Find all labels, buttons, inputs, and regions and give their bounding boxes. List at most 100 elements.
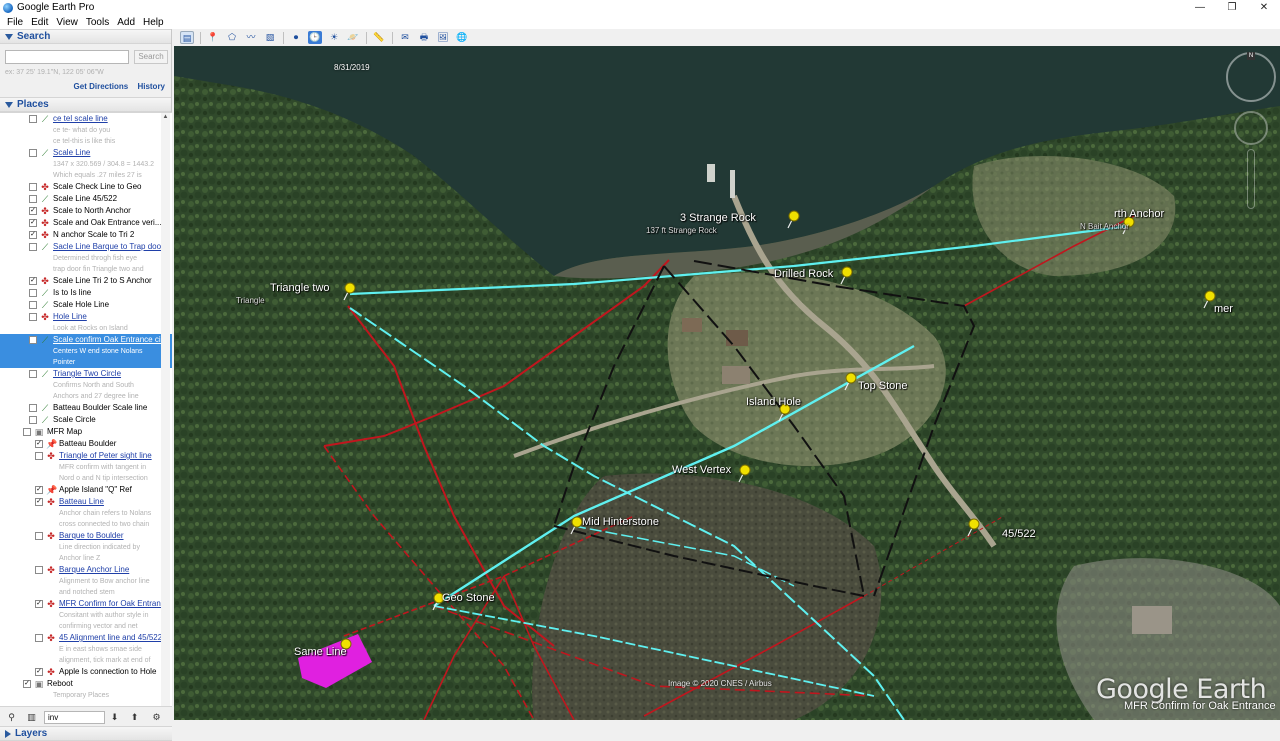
place-item[interactable]: ✓ ✤ Scale Line Tri 2 to S Anchor bbox=[0, 275, 172, 287]
historical-imagery-button[interactable]: 🕒 bbox=[308, 31, 322, 44]
place-item[interactable]: ✤ Triangle of Peter sight line bbox=[0, 450, 172, 462]
layers-header[interactable]: Layers bbox=[0, 726, 172, 741]
places-header[interactable]: Places bbox=[0, 97, 171, 112]
map-label-geo-stone[interactable]: Geo Stone bbox=[442, 592, 495, 604]
place-item[interactable]: ✓ ✤ Scale to North Anchor bbox=[0, 205, 172, 217]
map-label-top-stone[interactable]: Top Stone bbox=[858, 380, 908, 392]
get-directions-link[interactable]: Get Directions bbox=[74, 82, 129, 91]
place-checkbox[interactable]: ✓ bbox=[35, 668, 43, 676]
place-checkbox[interactable] bbox=[29, 149, 37, 157]
zoom-slider[interactable] bbox=[1247, 149, 1255, 209]
map-label-mid-hinterstone[interactable]: Mid Hinterstone bbox=[582, 516, 659, 528]
place-checkbox[interactable]: ✓ bbox=[35, 600, 43, 608]
north-indicator-icon[interactable]: N bbox=[1247, 52, 1255, 60]
place-item[interactable]: ▣ MFR Map bbox=[0, 426, 172, 438]
place-item[interactable]: ⟋ Batteau Boulder Scale line bbox=[0, 402, 172, 414]
place-checkbox[interactable]: ✓ bbox=[35, 486, 43, 494]
close-button[interactable]: ✕ bbox=[1248, 0, 1280, 15]
record-tour-button[interactable]: ⏺ bbox=[289, 31, 303, 44]
place-item[interactable]: ⟋ Scale Line 45/522 bbox=[0, 193, 172, 205]
place-item[interactable]: ✤ Scale Check Line to Geo bbox=[0, 181, 172, 193]
place-item[interactable]: ⟋ Triangle Two Circle bbox=[0, 368, 172, 380]
arrow-up-icon[interactable]: ⬆ bbox=[129, 712, 140, 723]
place-checkbox[interactable] bbox=[29, 370, 37, 378]
place-item[interactable]: ✤ Hole Line bbox=[0, 311, 172, 323]
history-link[interactable]: History bbox=[137, 82, 165, 91]
map-label-triangle[interactable]: Triangle two bbox=[270, 282, 330, 294]
search-button[interactable]: Search bbox=[134, 50, 168, 64]
place-checkbox[interactable]: ✓ bbox=[29, 231, 37, 239]
place-item[interactable]: ⟋ Scale confirm Oak Entrance cir bbox=[0, 334, 172, 346]
map-label-strange-rock[interactable]: 3 Strange Rock bbox=[680, 212, 756, 224]
planets-button[interactable]: 🪐 bbox=[346, 31, 360, 44]
place-checkbox[interactable]: ✓ bbox=[29, 277, 37, 285]
place-item[interactable]: ✓ ✤ Batteau Line bbox=[0, 496, 172, 508]
sunlight-button[interactable]: ☀ bbox=[327, 31, 341, 44]
place-checkbox[interactable] bbox=[35, 532, 43, 540]
place-checkbox[interactable]: ✓ bbox=[35, 498, 43, 506]
place-checkbox[interactable] bbox=[35, 452, 43, 460]
map-view[interactable]: 8/31/2019 3 Strange Rock 137 ft Strange R… bbox=[174, 46, 1280, 720]
place-item[interactable]: ✓ ✤ MFR Confirm for Oak Entrance bbox=[0, 598, 172, 610]
map-label-west-vertex[interactable]: West Vertex bbox=[672, 464, 731, 476]
place-checkbox[interactable] bbox=[29, 404, 37, 412]
map-label-mer[interactable]: mer bbox=[1214, 303, 1233, 315]
place-item[interactable]: ⟋ Is to Is line bbox=[0, 287, 172, 299]
place-checkbox[interactable] bbox=[29, 416, 37, 424]
map-label-drilled-rock[interactable]: Drilled Rock bbox=[774, 268, 833, 280]
minimize-button[interactable]: — bbox=[1184, 0, 1216, 15]
menu-edit[interactable]: Edit bbox=[27, 17, 52, 28]
place-item[interactable]: ✤ Barque to Boulder bbox=[0, 530, 172, 542]
place-checkbox[interactable]: ✓ bbox=[35, 440, 43, 448]
search-input[interactable] bbox=[5, 50, 129, 64]
menu-view[interactable]: View bbox=[52, 17, 82, 28]
menu-help[interactable]: Help bbox=[139, 17, 168, 28]
restore-button[interactable]: ❐ bbox=[1216, 0, 1248, 15]
print-button[interactable]: 🖶 bbox=[417, 31, 431, 44]
menu-tools[interactable]: Tools bbox=[82, 17, 113, 28]
place-item[interactable]: ⟋ Scale Line bbox=[0, 147, 172, 159]
search-header[interactable]: Search bbox=[0, 29, 171, 44]
search-icon[interactable]: ⚲ bbox=[6, 712, 17, 723]
place-checkbox[interactable] bbox=[29, 195, 37, 203]
places-tree[interactable]: ⟋ ce tel scale line ce te- what do you ce t… bbox=[0, 112, 172, 706]
ruler-button[interactable]: 📏 bbox=[372, 31, 386, 44]
panel-toggle-icon[interactable]: ▥ bbox=[26, 712, 37, 723]
place-item[interactable]: ✓ 📌 Apple Island "Q" Ref bbox=[0, 484, 172, 496]
place-checkbox[interactable]: ✓ bbox=[23, 680, 31, 688]
email-button[interactable]: ✉ bbox=[398, 31, 412, 44]
place-checkbox[interactable] bbox=[29, 243, 37, 251]
path-button[interactable]: 〰 bbox=[244, 31, 258, 44]
place-checkbox[interactable] bbox=[29, 313, 37, 321]
view-in-maps-button[interactable]: 🌐 bbox=[455, 31, 469, 44]
place-checkbox[interactable] bbox=[29, 336, 37, 344]
places-search-input[interactable]: inv bbox=[44, 711, 105, 724]
place-checkbox[interactable] bbox=[35, 566, 43, 574]
place-checkbox[interactable] bbox=[29, 289, 37, 297]
polygon-button[interactable]: ⬠ bbox=[225, 31, 239, 44]
arrow-down-icon[interactable]: ⬇ bbox=[109, 712, 120, 723]
place-item[interactable]: ⟋ ce tel scale line bbox=[0, 113, 172, 125]
place-checkbox[interactable] bbox=[29, 115, 37, 123]
map-label-island-hole[interactable]: Island Hole bbox=[746, 396, 801, 408]
place-item[interactable]: ✓ 📌 Batteau Boulder bbox=[0, 438, 172, 450]
save-image-button[interactable]: 🖼 bbox=[436, 31, 450, 44]
place-checkbox[interactable] bbox=[23, 428, 31, 436]
move-control[interactable] bbox=[1234, 111, 1268, 145]
look-around-control[interactable]: N bbox=[1226, 52, 1276, 102]
map-label-45-522[interactable]: 45/522 bbox=[1002, 528, 1036, 540]
scroll-up-icon[interactable]: ▲ bbox=[161, 113, 170, 122]
placemark-button[interactable]: 📍 bbox=[206, 31, 220, 44]
menu-file[interactable]: File bbox=[0, 17, 27, 28]
place-item[interactable]: ⟋ Sacle Line Barque to Trap door bbox=[0, 241, 172, 253]
place-checkbox[interactable] bbox=[29, 183, 37, 191]
place-item[interactable]: ✓ ✤ Scale and Oak Entrance veri... bbox=[0, 217, 172, 229]
place-item[interactable]: ✓ ✤ Apple Is connection to Hole bbox=[0, 666, 172, 678]
sidebar-toggle-button[interactable]: ▤ bbox=[180, 31, 194, 44]
place-checkbox[interactable]: ✓ bbox=[29, 219, 37, 227]
place-checkbox[interactable] bbox=[29, 301, 37, 309]
place-item[interactable]: ✤ 45 Alignment line and 45/522 bbox=[0, 632, 172, 644]
menu-add[interactable]: Add bbox=[113, 17, 139, 28]
places-scrollbar[interactable]: ▲ bbox=[161, 113, 170, 706]
place-item[interactable]: ✓ ✤ N anchor Scale to Tri 2 bbox=[0, 229, 172, 241]
